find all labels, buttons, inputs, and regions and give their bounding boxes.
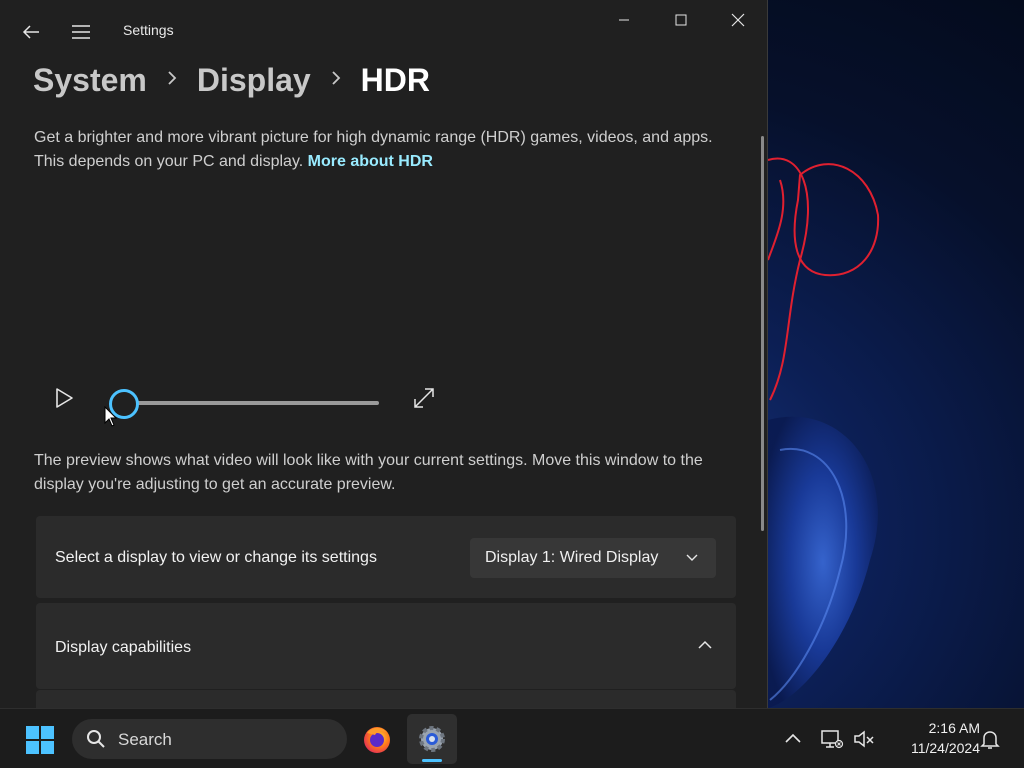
settings-window: Settings System Display HDR Get a bright… bbox=[0, 0, 768, 708]
vertical-scrollbar[interactable] bbox=[761, 136, 764, 531]
search-icon bbox=[87, 730, 105, 748]
settings-icon bbox=[419, 726, 445, 752]
firefox-icon bbox=[364, 727, 390, 753]
back-button[interactable] bbox=[11, 16, 51, 48]
display-capabilities-card[interactable]: Display capabilities bbox=[36, 603, 736, 689]
preview-note: The preview shows what video will look l… bbox=[34, 452, 703, 493]
mouse-pointer-icon bbox=[104, 406, 118, 427]
play-icon bbox=[56, 388, 73, 408]
hdr-description: Get a brighter and more vibrant picture … bbox=[34, 126, 734, 174]
display-select-label: Select a display to view or change its s… bbox=[55, 549, 377, 566]
window-title: Settings bbox=[123, 22, 174, 38]
chevron-right-icon bbox=[331, 69, 341, 92]
taskbar-app-firefox[interactable] bbox=[352, 714, 402, 764]
breadcrumb-display[interactable]: Display bbox=[197, 62, 311, 99]
display-select-dropdown[interactable]: Display 1: Wired Display bbox=[470, 538, 716, 578]
chevron-up-icon[interactable] bbox=[697, 639, 713, 651]
taskbar-app-settings[interactable] bbox=[407, 714, 457, 764]
minimize-button[interactable] bbox=[604, 4, 644, 36]
volume-muted-icon[interactable] bbox=[852, 727, 876, 751]
hamburger-icon bbox=[72, 25, 90, 39]
taskbar-search[interactable]: Search bbox=[72, 719, 347, 759]
close-button[interactable] bbox=[718, 4, 758, 36]
maximize-button[interactable] bbox=[661, 4, 701, 36]
clock-time: 2:16 AM bbox=[928, 720, 980, 736]
start-button[interactable] bbox=[24, 724, 56, 756]
back-arrow-icon bbox=[22, 25, 39, 39]
search-label: Search bbox=[118, 730, 172, 749]
nav-menu-button[interactable] bbox=[61, 16, 101, 48]
breadcrumb-system[interactable]: System bbox=[33, 62, 147, 99]
notification-bell-icon[interactable] bbox=[978, 727, 1002, 751]
windows-logo-icon bbox=[26, 726, 54, 754]
fullscreen-button[interactable] bbox=[412, 386, 436, 410]
display-select-value: Display 1: Wired Display bbox=[485, 549, 659, 566]
clock-date: 11/24/2024 bbox=[910, 740, 980, 756]
maximize-icon bbox=[675, 14, 687, 26]
display-select-card: Select a display to view or change its s… bbox=[36, 516, 736, 598]
video-seek-track[interactable] bbox=[124, 401, 379, 405]
taskbar-clock[interactable]: 2:16 AM 11/24/2024 bbox=[880, 718, 980, 758]
expand-icon bbox=[414, 388, 434, 408]
active-app-indicator bbox=[422, 759, 442, 762]
chevron-down-icon bbox=[686, 554, 698, 561]
network-icon[interactable] bbox=[820, 727, 844, 751]
close-icon bbox=[731, 13, 745, 27]
red-scribble bbox=[767, 157, 809, 401]
more-about-hdr-link[interactable]: More about HDR bbox=[308, 153, 433, 170]
capabilities-details-card bbox=[36, 690, 736, 708]
chevron-up-icon[interactable] bbox=[781, 727, 805, 751]
display-capabilities-label: Display capabilities bbox=[55, 639, 192, 656]
play-button[interactable] bbox=[52, 386, 76, 410]
hdr-video-preview-player bbox=[34, 380, 454, 424]
minimize-icon bbox=[619, 19, 629, 21]
breadcrumb-hdr: HDR bbox=[360, 62, 430, 98]
breadcrumb: System Display HDR bbox=[33, 62, 430, 99]
chevron-right-icon bbox=[167, 69, 177, 92]
title-bar: Settings bbox=[0, 0, 767, 44]
taskbar: Search 2:16 AM 11/24/2024 bbox=[0, 708, 1024, 768]
